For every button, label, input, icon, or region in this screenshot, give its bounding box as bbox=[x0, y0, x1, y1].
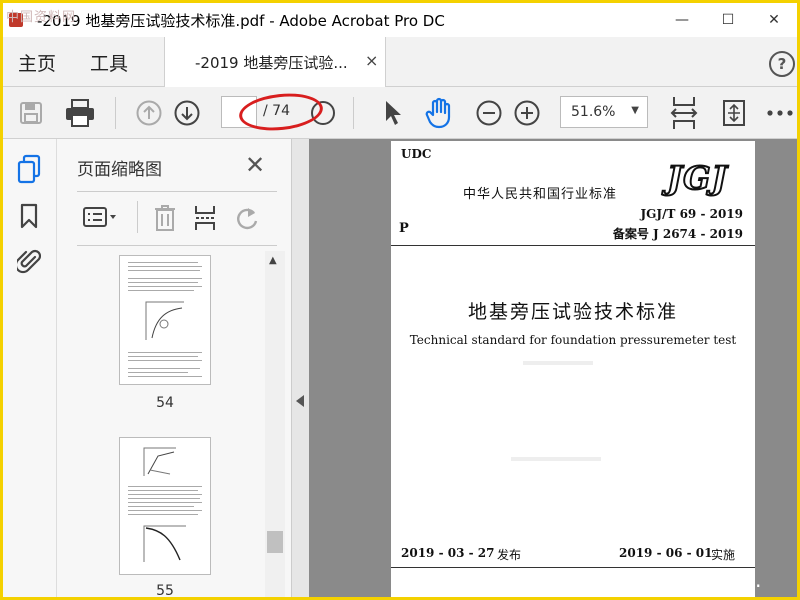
toolbar-separator bbox=[353, 97, 354, 129]
site-logo-watermark: 中国资料网 bbox=[6, 10, 77, 25]
select-cursor-icon[interactable] bbox=[379, 97, 407, 129]
close-window-button[interactable]: ✕ bbox=[751, 3, 797, 37]
tab-tools[interactable]: 工具 bbox=[90, 49, 128, 76]
attachment-icon[interactable] bbox=[15, 245, 43, 277]
publish-label: 发布 bbox=[497, 548, 522, 562]
header-rule bbox=[391, 245, 755, 246]
toolbar-separator bbox=[115, 97, 116, 129]
thumbnail-figure bbox=[143, 447, 176, 476]
publish-date: 2019 - 03 - 27 bbox=[401, 546, 495, 560]
thumbnail-figure bbox=[145, 301, 184, 340]
scroll-up-icon[interactable]: ▲ bbox=[269, 255, 277, 266]
app-logo: 中国资料网 bbox=[3, 3, 75, 37]
window-frame: 中国资料网 -2019 地基旁压试验技术标准.pdf - Adobe Acrob… bbox=[0, 0, 800, 600]
close-tab-button[interactable]: × bbox=[365, 51, 378, 70]
document-title-en: Technical standard for foundation pressu… bbox=[409, 333, 737, 347]
p-label: P bbox=[399, 221, 409, 236]
effective-date: 2019 - 06 - 01 bbox=[619, 546, 713, 560]
scroll-mode-icon[interactable] bbox=[667, 93, 701, 133]
thumbnail-page-55[interactable] bbox=[119, 437, 211, 575]
jgj-logo: JGJ bbox=[666, 158, 728, 198]
hand-tool-icon[interactable] bbox=[423, 95, 457, 131]
thumbnail-text-line bbox=[128, 376, 202, 377]
thumbnail-page-54[interactable] bbox=[119, 255, 211, 385]
standard-code: JGJ/T 69 - 2019 bbox=[640, 207, 743, 221]
thumbnail-scrollbar[interactable]: ▲ bbox=[265, 251, 285, 597]
site-watermark: www.cndao. bbox=[661, 572, 764, 592]
panel-separator bbox=[137, 201, 138, 233]
thumbnail-text-line bbox=[128, 510, 202, 511]
bookmark-icon[interactable] bbox=[15, 201, 43, 231]
zoom-value: 51.6% bbox=[571, 104, 616, 120]
thumbnail-text-line bbox=[128, 356, 198, 357]
document-title-cn: 地基旁压试验技术标准 bbox=[467, 301, 678, 323]
thumbnail-text-line bbox=[128, 506, 194, 507]
thumbnail-text-line bbox=[128, 352, 202, 353]
panel-divider bbox=[77, 245, 277, 246]
next-page-icon[interactable] bbox=[173, 99, 201, 127]
thumbnail-text-line bbox=[128, 494, 202, 495]
help-icon[interactable]: ? bbox=[769, 51, 795, 77]
close-panel-button[interactable]: ✕ bbox=[245, 151, 265, 179]
zoom-in-icon[interactable] bbox=[513, 99, 541, 127]
chevron-down-icon: ▼ bbox=[631, 105, 639, 116]
toolbar: / 74 51.6% ▼ bbox=[3, 87, 797, 139]
thumbnail-text-line bbox=[128, 486, 202, 487]
navigation-rail bbox=[3, 139, 57, 597]
window-controls: — ☐ ✕ bbox=[659, 3, 797, 37]
print-icon[interactable] bbox=[63, 97, 97, 129]
faint-text bbox=[511, 457, 601, 461]
extract-pages-icon[interactable] bbox=[191, 203, 219, 233]
thumbnail-text-line bbox=[128, 368, 200, 369]
page-thumbnails-icon[interactable] bbox=[15, 153, 43, 185]
title-bar: 中国资料网 -2019 地基旁压试验技术标准.pdf - Adobe Acrob… bbox=[3, 3, 797, 37]
udc-label: UDC bbox=[401, 147, 432, 161]
rotate-icon[interactable] bbox=[233, 203, 261, 233]
thumbnail-figure bbox=[143, 525, 186, 562]
document-tab-label: -2019 地基旁压试验... bbox=[195, 54, 348, 72]
thumbnail-text-line bbox=[128, 502, 202, 503]
zoom-out-icon[interactable] bbox=[475, 99, 503, 127]
thumbnail-text-line bbox=[128, 290, 194, 291]
faint-text bbox=[523, 361, 593, 365]
zoom-select[interactable]: 51.6% ▼ bbox=[560, 96, 648, 128]
thumbnail-label: 54 bbox=[156, 395, 174, 411]
delete-icon[interactable] bbox=[151, 203, 179, 233]
thumbnail-text-line bbox=[128, 286, 202, 287]
thumbnail-text-line bbox=[128, 282, 198, 283]
thumbnail-label: 55 bbox=[156, 583, 174, 599]
document-page: UDC 中华人民共和国行业标准 JGJ P JGJ/T 69 - 2019 备案… bbox=[391, 141, 755, 597]
footer-rule bbox=[391, 567, 755, 568]
previous-page-icon[interactable] bbox=[135, 99, 163, 127]
thumbnail-text-line bbox=[128, 270, 200, 271]
thumbnail-options-icon[interactable] bbox=[81, 203, 121, 231]
standard-category: 中华人民共和国行业标准 bbox=[463, 187, 618, 202]
minimize-button[interactable]: — bbox=[659, 3, 705, 37]
thumbnail-text-line bbox=[128, 514, 198, 515]
thumbnail-text-line bbox=[128, 278, 202, 279]
thumbnail-text-line bbox=[128, 490, 198, 491]
record-number: 备案号 J 2674 - 2019 bbox=[612, 227, 743, 241]
thumbnail-text-line bbox=[128, 498, 200, 499]
panel-title: 页面缩略图 bbox=[77, 160, 162, 180]
tab-document[interactable]: -2019 地基旁压试验... × bbox=[164, 37, 386, 88]
save-icon[interactable] bbox=[17, 99, 45, 127]
thumbnail-text-line bbox=[128, 266, 202, 267]
scrollbar-thumb[interactable] bbox=[267, 531, 283, 553]
thumbnail-text-line bbox=[128, 372, 188, 373]
thumbnail-text-line bbox=[128, 262, 198, 263]
effective-label: 实施 bbox=[711, 548, 736, 562]
full-screen-icon[interactable] bbox=[717, 95, 751, 131]
window-title: -2019 地基旁压试验技术标准.pdf - Adobe Acrobat Pro… bbox=[37, 11, 445, 30]
document-viewer[interactable]: UDC 中华人民共和国行业标准 JGJ P JGJ/T 69 - 2019 备案… bbox=[309, 139, 797, 597]
panel-collapse-handle[interactable] bbox=[291, 139, 309, 597]
more-options-icon[interactable] bbox=[765, 99, 795, 127]
maximize-button[interactable]: ☐ bbox=[705, 3, 751, 37]
collapse-left-icon bbox=[296, 395, 304, 407]
thumbnail-text-line bbox=[128, 360, 202, 361]
panel-divider bbox=[77, 191, 277, 192]
tab-bar: 主页 工具 -2019 地基旁压试验... × ? bbox=[3, 37, 797, 88]
tab-home[interactable]: 主页 bbox=[18, 49, 56, 76]
thumbnail-panel: 页面缩略图 ✕ 54 55 ▲ bbox=[57, 139, 291, 599]
